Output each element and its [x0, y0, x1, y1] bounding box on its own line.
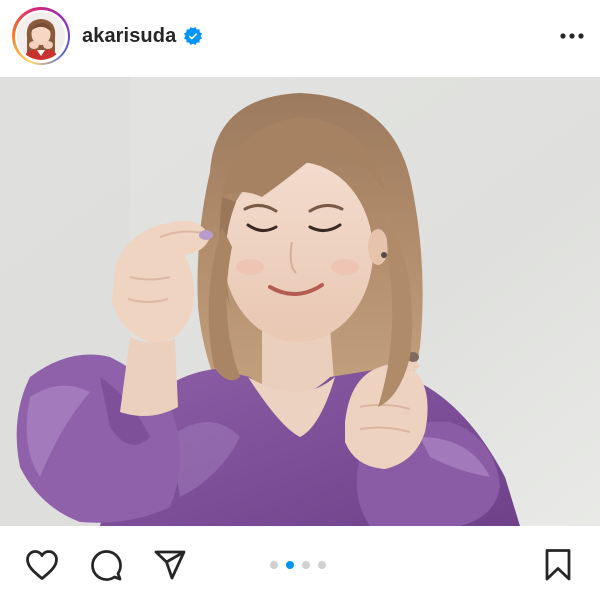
carousel-dot[interactable]	[302, 561, 310, 569]
like-button[interactable]	[24, 547, 60, 583]
paper-plane-icon	[154, 550, 186, 580]
comment-button[interactable]	[88, 547, 124, 583]
carousel-dot[interactable]	[318, 561, 326, 569]
comment-bubble-icon	[91, 550, 122, 581]
username[interactable]: akarisuda	[82, 25, 176, 48]
share-button[interactable]	[152, 547, 188, 583]
more-options-icon	[560, 33, 584, 39]
save-button[interactable]	[540, 547, 576, 583]
avatar[interactable]	[17, 12, 65, 60]
more-options-button[interactable]	[558, 22, 586, 50]
username-wrap: akarisuda	[82, 25, 558, 48]
post-photo[interactable]	[0, 77, 600, 526]
avatar-gap	[14, 9, 68, 63]
carousel-indicator	[270, 561, 326, 569]
heart-icon	[26, 550, 58, 580]
action-bar	[0, 530, 600, 593]
bookmark-icon	[545, 549, 571, 581]
carousel-dot[interactable]	[270, 561, 278, 569]
post-header: akarisuda	[0, 0, 600, 72]
carousel-dot-active[interactable]	[286, 561, 294, 569]
verified-badge-icon	[184, 27, 203, 45]
story-ring[interactable]	[12, 7, 70, 65]
